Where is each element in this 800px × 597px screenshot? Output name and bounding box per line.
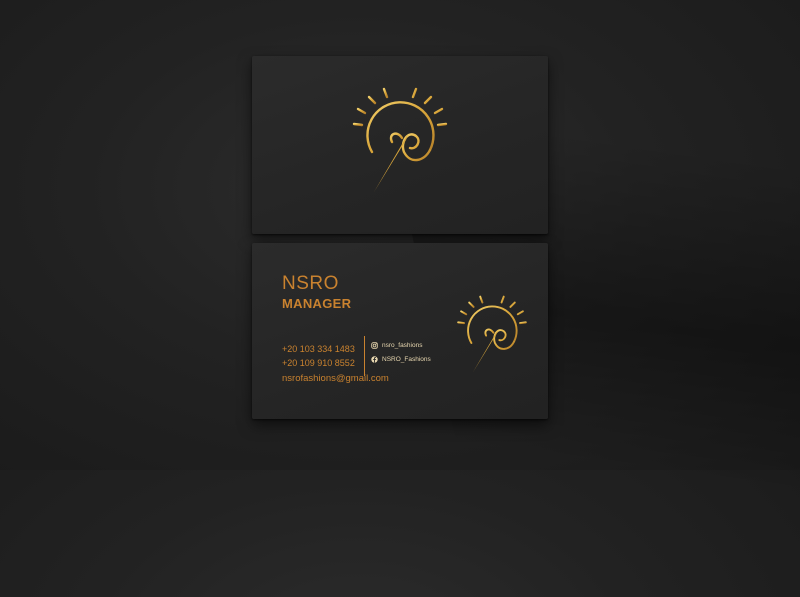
phone-number-1: +20 103 334 1483	[282, 344, 355, 354]
instagram-handle: nsro_fashions	[382, 342, 423, 349]
sun-needle-logo-icon	[344, 80, 456, 205]
business-card-front	[252, 56, 548, 234]
social-facebook: NSRO_Fashions	[371, 356, 431, 363]
contact-divider	[364, 336, 365, 376]
social-instagram: nsro_fashions	[371, 342, 422, 349]
contact-title: MANAGER	[282, 296, 352, 311]
facebook-handle: NSRO_Fashions	[382, 356, 431, 363]
business-card-back: NSRO MANAGER +20 103 334 1483 +20 109 91…	[252, 243, 548, 419]
email-address: nsrofashions@gmail.com	[282, 373, 389, 384]
sun-needle-logo-icon-small	[450, 290, 534, 382]
instagram-icon	[371, 342, 378, 349]
facebook-icon	[371, 356, 378, 363]
phone-number-2: +20 109 910 8552	[282, 358, 355, 368]
contact-name: NSRO	[282, 273, 339, 294]
